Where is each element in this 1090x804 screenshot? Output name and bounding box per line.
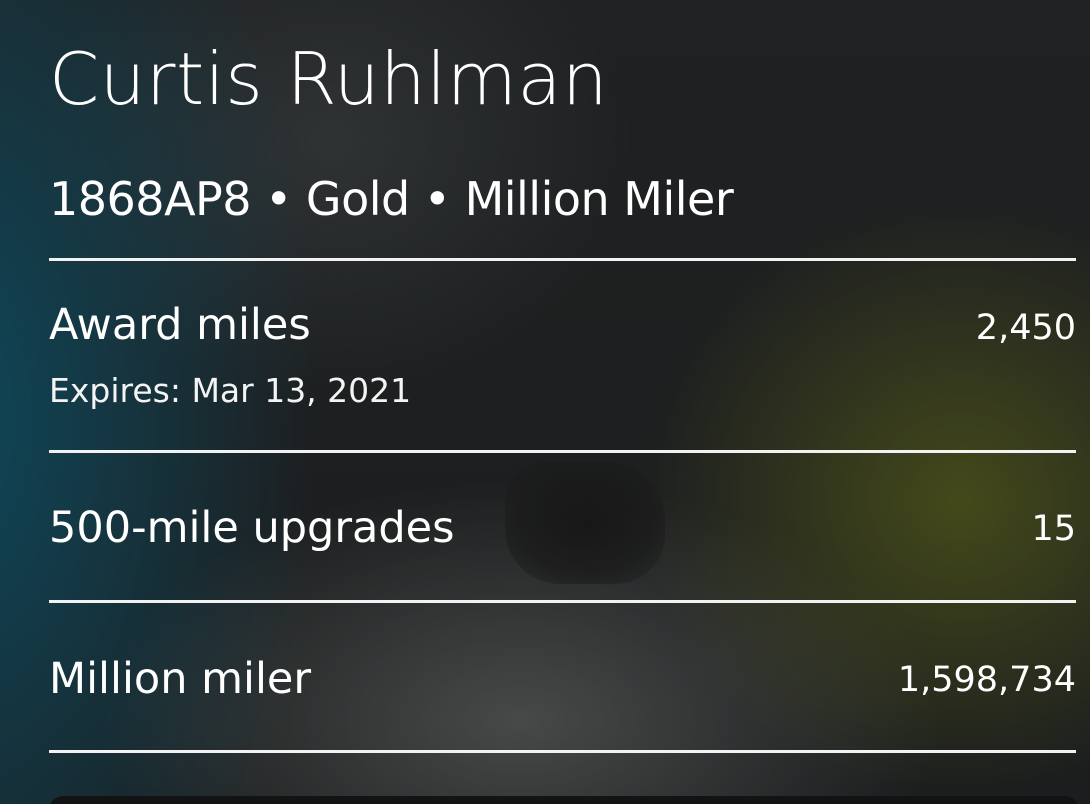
- upgrades-value: 15: [1031, 509, 1076, 549]
- divider: [49, 450, 1076, 453]
- award-miles-label: Award miles: [49, 300, 311, 350]
- loyalty-summary-panel: Curtis Ruhlman 1868AP8 • Gold • Million …: [49, 0, 1076, 804]
- divider: [49, 750, 1076, 753]
- member-name: Curtis Ruhlman: [49, 37, 609, 121]
- award-miles-expiry: Expires: Mar 13, 2021: [49, 371, 412, 410]
- upgrades-label: 500-mile upgrades: [49, 503, 455, 553]
- next-card-edge: [49, 796, 1079, 804]
- million-miler-value: 1,598,734: [897, 660, 1076, 700]
- million-miler-label: Million miler: [49, 654, 312, 704]
- award-miles-value: 2,450: [975, 308, 1076, 348]
- member-status-line: 1868AP8 • Gold • Million Miler: [49, 172, 734, 226]
- divider: [49, 258, 1076, 261]
- redaction-smudge: [505, 462, 665, 584]
- divider: [49, 600, 1076, 603]
